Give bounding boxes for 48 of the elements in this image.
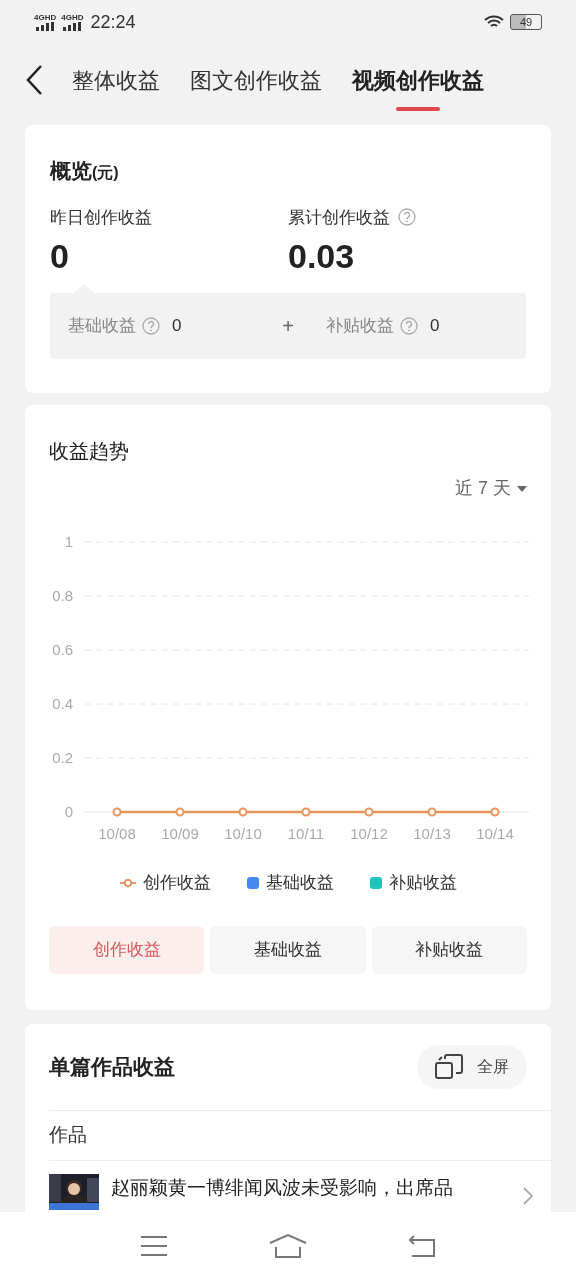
clock-time: 22:24 xyxy=(90,10,136,34)
legend-label: 补贴收益 xyxy=(388,872,457,894)
series-toggle[interactable]: 基础收益 xyxy=(210,925,366,974)
card-title: 收益趋势 xyxy=(49,439,130,464)
back-icon[interactable] xyxy=(24,64,44,96)
range-dropdown[interactable]: 近 7 天 xyxy=(455,475,527,502)
stat-label: 昨日创作收益 xyxy=(50,206,152,229)
breakdown-value: 0 xyxy=(172,315,182,338)
axis-label: 0.6 xyxy=(52,641,73,658)
axis-label: 10/12 xyxy=(350,825,388,842)
axis-label: 10/09 xyxy=(161,825,199,842)
axis-label: 0.8 xyxy=(52,587,73,604)
legend-label: 创作收益 xyxy=(142,872,211,894)
plus-sign: + xyxy=(281,314,295,339)
breakdown-value: 0 xyxy=(430,315,440,338)
axis-label: 10/14 xyxy=(476,825,514,842)
series-toggle[interactable]: 补贴收益 xyxy=(371,925,527,974)
unit-label: (元) xyxy=(92,164,119,183)
axis-label: 10/10 xyxy=(224,825,262,842)
wifi-icon xyxy=(484,15,504,29)
axis-label: 10/13 xyxy=(413,825,451,842)
column-header: 作品 xyxy=(49,1122,87,1147)
tab[interactable]: 图文创作收益 xyxy=(190,49,322,111)
caret-icon xyxy=(517,485,527,492)
tab[interactable]: 整体收益 xyxy=(72,49,160,111)
home-icon[interactable] xyxy=(268,1233,308,1259)
axis-label: 0.2 xyxy=(52,749,73,766)
menu-icon[interactable] xyxy=(140,1235,168,1257)
axis-label: 0 xyxy=(64,803,73,820)
work-title: 赵丽颖黄一博绯闻风波未受影响，出席品 xyxy=(111,1175,454,1200)
stat-value: 0 xyxy=(50,236,70,277)
card-title: 单篇作品收益 xyxy=(49,1053,175,1080)
tab[interactable]: 视频创作收益 xyxy=(352,49,484,111)
help-icon[interactable] xyxy=(398,208,416,227)
legend-label: 基础收益 xyxy=(265,872,334,894)
chevron-right-icon[interactable] xyxy=(523,1186,533,1205)
battery-icon: 49 xyxy=(510,14,542,30)
rotate-screen-icon xyxy=(435,1053,463,1080)
axis-label: 10/08 xyxy=(98,825,136,842)
breakdown-label: 基础收益 xyxy=(68,315,136,338)
axis-label: 0.4 xyxy=(52,695,73,712)
stat-value: 0.03 xyxy=(288,236,356,277)
fullscreen-button[interactable]: 全屏 xyxy=(417,1044,527,1089)
stat-label: 累计创作收益 xyxy=(288,206,390,229)
axis-label: 1 xyxy=(64,533,73,550)
card-title: 概览 xyxy=(50,158,92,184)
breakdown-label: 补贴收益 xyxy=(326,315,394,338)
axis-label: 10/11 xyxy=(287,825,325,842)
